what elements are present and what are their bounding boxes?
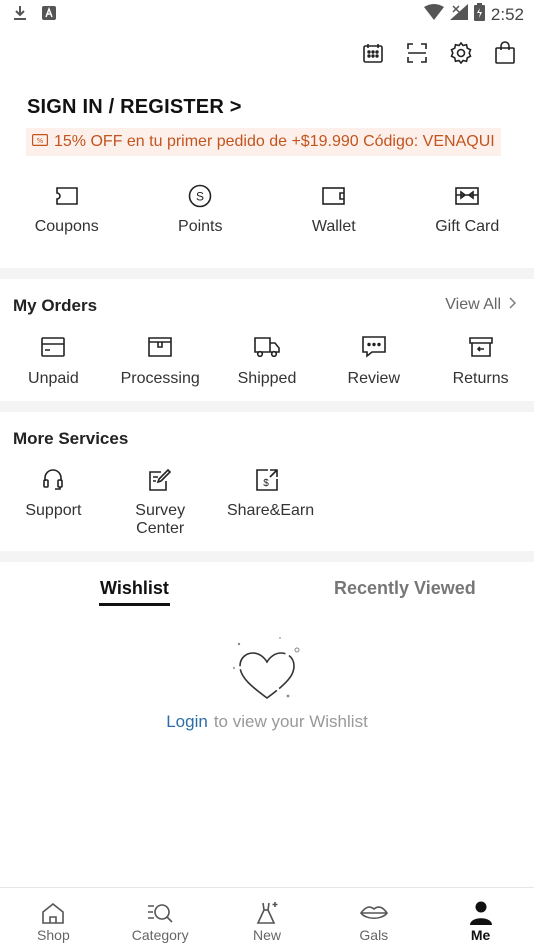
unpaid-orders[interactable]: Unpaid [0, 334, 107, 388]
quick-links: Coupons S Points Wallet Gift Card [0, 182, 534, 236]
nav-category-label: Category [131, 927, 189, 943]
promo-text: 15% OFF en tu primer pedido de +$19.990 … [54, 133, 495, 150]
gift-card-icon [455, 182, 480, 210]
tab-recently-viewed-label: Recently Viewed [334, 578, 476, 598]
points-icon: S [188, 182, 212, 210]
chevron-right-icon [509, 296, 516, 314]
more-services-title: More Services [13, 429, 129, 448]
category-search-icon [147, 901, 173, 925]
tab-wishlist[interactable]: Wishlist [99, 578, 170, 606]
order-status-row: Unpaid Processing Shipped Review Returns [0, 334, 534, 388]
wallet-label: Wallet [311, 218, 356, 235]
returns-orders[interactable]: Returns [427, 334, 534, 388]
person-icon [469, 901, 492, 925]
headset-icon [42, 466, 64, 494]
active-tab-indicator [99, 603, 170, 606]
nav-gals-label: Gals [359, 927, 389, 943]
my-orders-title: My Orders [13, 296, 98, 315]
coupons-link[interactable]: Coupons [0, 182, 134, 236]
support-label: Support [25, 502, 82, 519]
nav-category[interactable]: Category [107, 888, 214, 950]
calendar-icon[interactable] [360, 40, 386, 66]
tab-recently-viewed[interactable]: Recently Viewed [334, 578, 476, 599]
bottom-navigation: Shop Category New Gals Me [0, 887, 534, 950]
review-icon [361, 334, 386, 360]
wallet-link[interactable]: Wallet [267, 182, 401, 236]
wallet-icon [321, 182, 346, 210]
wishlist-tabs: Wishlist Recently Viewed [0, 578, 534, 610]
share-earn-label: Share&Earn [226, 502, 315, 519]
nav-me-label: Me [470, 927, 491, 943]
tab-wishlist-label: Wishlist [100, 578, 169, 598]
gift-card-link[interactable]: Gift Card [401, 182, 534, 236]
scan-icon[interactable] [404, 40, 430, 66]
shopping-bag-icon[interactable] [492, 40, 518, 66]
header-actions [360, 40, 518, 66]
survey-center-service[interactable]: Survey Center [107, 466, 214, 538]
processing-icon [148, 334, 172, 360]
returns-icon [468, 334, 493, 360]
empty-wishlist-heart-icon [228, 636, 306, 706]
unpaid-icon [41, 334, 66, 360]
unpaid-label: Unpaid [28, 370, 79, 387]
review-label: Review [347, 370, 401, 387]
notification-a-icon [42, 6, 56, 25]
nav-me[interactable]: Me [427, 888, 534, 950]
settings-gear-icon[interactable] [448, 40, 474, 66]
survey-icon [149, 466, 172, 494]
new-dress-icon [254, 901, 280, 925]
share-earn-service[interactable]: $ Share&Earn [214, 466, 321, 538]
login-prompt-text: to view your Wishlist [213, 712, 368, 731]
review-orders[interactable]: Review [320, 334, 427, 388]
wishlist-login-prompt: Login to view your Wishlist [0, 712, 534, 732]
shipped-label: Shipped [237, 370, 297, 387]
home-icon [41, 901, 65, 925]
coupon-icon [55, 182, 78, 210]
svg-text:$: $ [263, 478, 269, 489]
processing-orders[interactable]: Processing [107, 334, 214, 388]
gift-card-label: Gift Card [435, 218, 500, 235]
section-divider [0, 401, 534, 412]
section-divider [0, 268, 534, 279]
discount-tag-icon: % [32, 133, 49, 151]
view-all-label: View All [445, 296, 501, 313]
wifi-icon [423, 4, 444, 25]
share-earn-icon: $ [256, 466, 278, 494]
svg-text:%: % [37, 137, 44, 145]
support-service[interactable]: Support [0, 466, 107, 538]
download-icon [12, 4, 28, 27]
view-all-orders-link[interactable]: View All [445, 296, 516, 314]
nav-shop-label: Shop [37, 927, 70, 943]
section-divider [0, 551, 534, 562]
returns-label: Returns [452, 370, 509, 387]
status-time: 2:52 [490, 4, 524, 24]
svg-text:S: S [196, 190, 204, 204]
survey-center-label: Survey Center [135, 502, 186, 537]
status-bar: 2:52 [0, 0, 534, 28]
points-link[interactable]: S Points [134, 182, 268, 236]
sign-in-register-link[interactable]: SIGN IN / REGISTER > [27, 96, 242, 119]
nav-shop[interactable]: Shop [0, 888, 107, 950]
nav-new[interactable]: New [214, 888, 321, 950]
services-row: Support Survey Center $ Share&Earn [0, 466, 320, 538]
battery-icon [473, 3, 485, 26]
login-link[interactable]: Login [166, 712, 208, 731]
promo-banner[interactable]: % 15% OFF en tu primer pedido de +$19.99… [26, 128, 501, 156]
nav-new-label: New [252, 927, 281, 943]
cell-signal-icon [449, 4, 468, 25]
truck-icon [254, 334, 280, 360]
processing-label: Processing [120, 370, 200, 387]
coupons-label: Coupons [34, 218, 99, 235]
shipped-orders[interactable]: Shipped [214, 334, 321, 388]
nav-gals[interactable]: Gals [320, 888, 427, 950]
points-label: Points [178, 218, 223, 235]
lips-icon [359, 901, 388, 925]
